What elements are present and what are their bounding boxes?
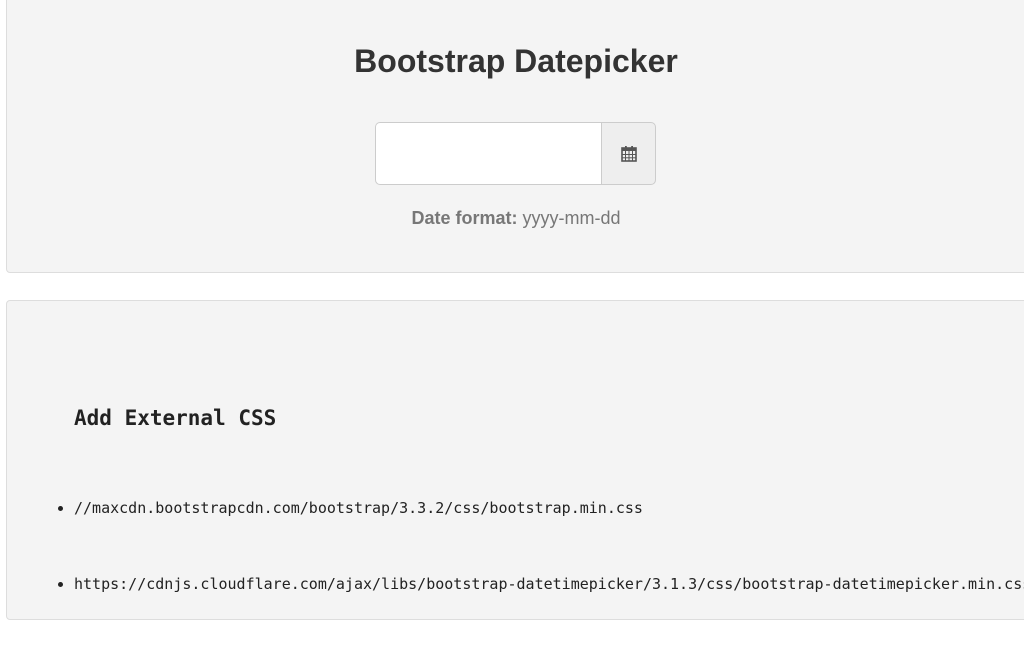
date-format-value: yyyy-mm-dd xyxy=(522,208,621,228)
date-format-hint: Date format: yyyy-mm-dd xyxy=(7,207,1024,229)
date-format-label: Date format: xyxy=(411,208,518,228)
calendar-button[interactable] xyxy=(601,122,656,185)
css-link-list: //maxcdn.bootstrapcdn.com/bootstrap/3.3.… xyxy=(50,495,1024,647)
list-item: //maxcdn.bootstrapcdn.com/bootstrap/3.3.… xyxy=(74,495,1024,571)
external-css-panel: Add External CSS //maxcdn.bootstrapcdn.c… xyxy=(6,300,1024,620)
page-title: Bootstrap Datepicker xyxy=(354,43,678,79)
datepicker-panel: Bootstrap Datepicker Date format: yyyy-m… xyxy=(6,0,1024,273)
calendar-icon xyxy=(620,145,637,162)
date-input[interactable] xyxy=(375,122,601,185)
list-item: https://cdnjs.cloudflare.com/ajax/libs/b… xyxy=(74,571,1024,647)
section-heading: Add External CSS xyxy=(74,406,277,430)
date-input-group xyxy=(375,122,656,185)
